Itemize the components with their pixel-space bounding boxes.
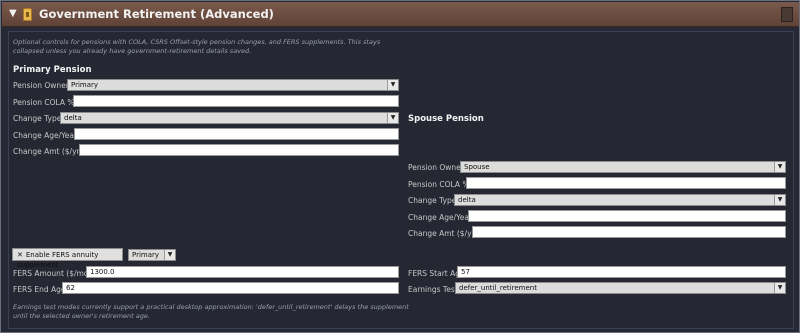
fers-amount-label: FERS Amount ($/mo): bbox=[13, 269, 94, 278]
spouse-change-amt-label: Change Amt ($/yr): bbox=[408, 229, 481, 238]
primary-change-type-label: Change Type: bbox=[13, 114, 64, 123]
header-handle[interactable] bbox=[781, 7, 793, 22]
section-header[interactable]: ▼ Government Retirement (Advanced) bbox=[2, 2, 799, 27]
section-title: Government Retirement (Advanced) bbox=[39, 7, 274, 21]
chevron-down-icon: ▼ bbox=[774, 162, 785, 172]
checkbox-check-icon: ✕ bbox=[17, 251, 23, 259]
chevron-down-icon: ▼ bbox=[387, 113, 398, 123]
primary-change-age-label: Change Age/Year: bbox=[13, 131, 80, 140]
earnings-test-label: Earnings Test: bbox=[408, 285, 461, 294]
chevron-down-icon: ▼ bbox=[387, 80, 398, 90]
spouse-change-type-label: Change Type: bbox=[408, 196, 459, 205]
spouse-cola-label: Pension COLA %: bbox=[408, 180, 472, 189]
section-body: Optional controls for pensions with COLA… bbox=[8, 31, 794, 329]
fers-amount-input[interactable]: 1300.0 bbox=[86, 266, 399, 278]
primary-change-amt-input[interactable] bbox=[79, 144, 399, 156]
government-retirement-panel: ▼ Government Retirement (Advanced) Optio… bbox=[0, 0, 800, 333]
fers-owner-select[interactable]: Primary ▼ bbox=[128, 249, 176, 261]
chevron-down-icon: ▼ bbox=[774, 283, 785, 293]
primary-change-type-value: delta bbox=[64, 114, 82, 122]
chevron-down-icon: ▼ bbox=[774, 195, 785, 205]
chevron-down-icon: ▼ bbox=[164, 250, 175, 260]
primary-cola-label: Pension COLA %: bbox=[13, 98, 77, 107]
spouse-change-type-value: delta bbox=[458, 196, 476, 204]
primary-owner-label: Pension Owner: bbox=[13, 81, 72, 90]
primary-change-amt-label: Change Amt ($/yr): bbox=[13, 147, 86, 156]
footer-note: Earnings test modes currently support a … bbox=[13, 303, 409, 320]
primary-pension-title: Primary Pension bbox=[13, 65, 92, 75]
spouse-change-amt-input[interactable] bbox=[472, 226, 786, 238]
earnings-test-value: defer_until_retirement bbox=[459, 284, 537, 292]
fers-end-age-input[interactable]: 62 bbox=[62, 282, 399, 294]
enable-fers-checkbox[interactable]: ✕ Enable FERS annuity supplement bbox=[12, 248, 123, 269]
primary-cola-input[interactable] bbox=[73, 95, 399, 107]
primary-owner-value: Primary bbox=[71, 81, 99, 89]
intro-note: Optional controls for pensions with COLA… bbox=[13, 38, 381, 55]
fers-end-age-label: FERS End Age: bbox=[13, 285, 69, 294]
fers-owner-value: Primary bbox=[132, 251, 160, 259]
primary-owner-select[interactable]: Primary ▼ bbox=[67, 79, 399, 91]
spouse-owner-value: Spouse bbox=[464, 163, 490, 171]
spouse-change-age-label: Change Age/Year: bbox=[408, 213, 475, 222]
spouse-change-type-select[interactable]: delta ▼ bbox=[454, 194, 786, 206]
document-icon bbox=[23, 8, 32, 21]
fers-start-age-input[interactable]: 57 bbox=[457, 266, 786, 278]
spouse-owner-label: Pension Owner: bbox=[408, 163, 467, 172]
spouse-cola-input[interactable] bbox=[466, 177, 786, 189]
spouse-pension-title: Spouse Pension bbox=[408, 114, 484, 124]
primary-change-age-input[interactable] bbox=[74, 128, 399, 140]
spouse-change-age-input[interactable] bbox=[468, 210, 786, 222]
spouse-owner-select[interactable]: Spouse ▼ bbox=[460, 161, 786, 173]
collapse-arrow-icon[interactable]: ▼ bbox=[9, 8, 17, 19]
earnings-test-select[interactable]: defer_until_retirement ▼ bbox=[455, 282, 786, 294]
primary-change-type-select[interactable]: delta ▼ bbox=[60, 112, 399, 124]
